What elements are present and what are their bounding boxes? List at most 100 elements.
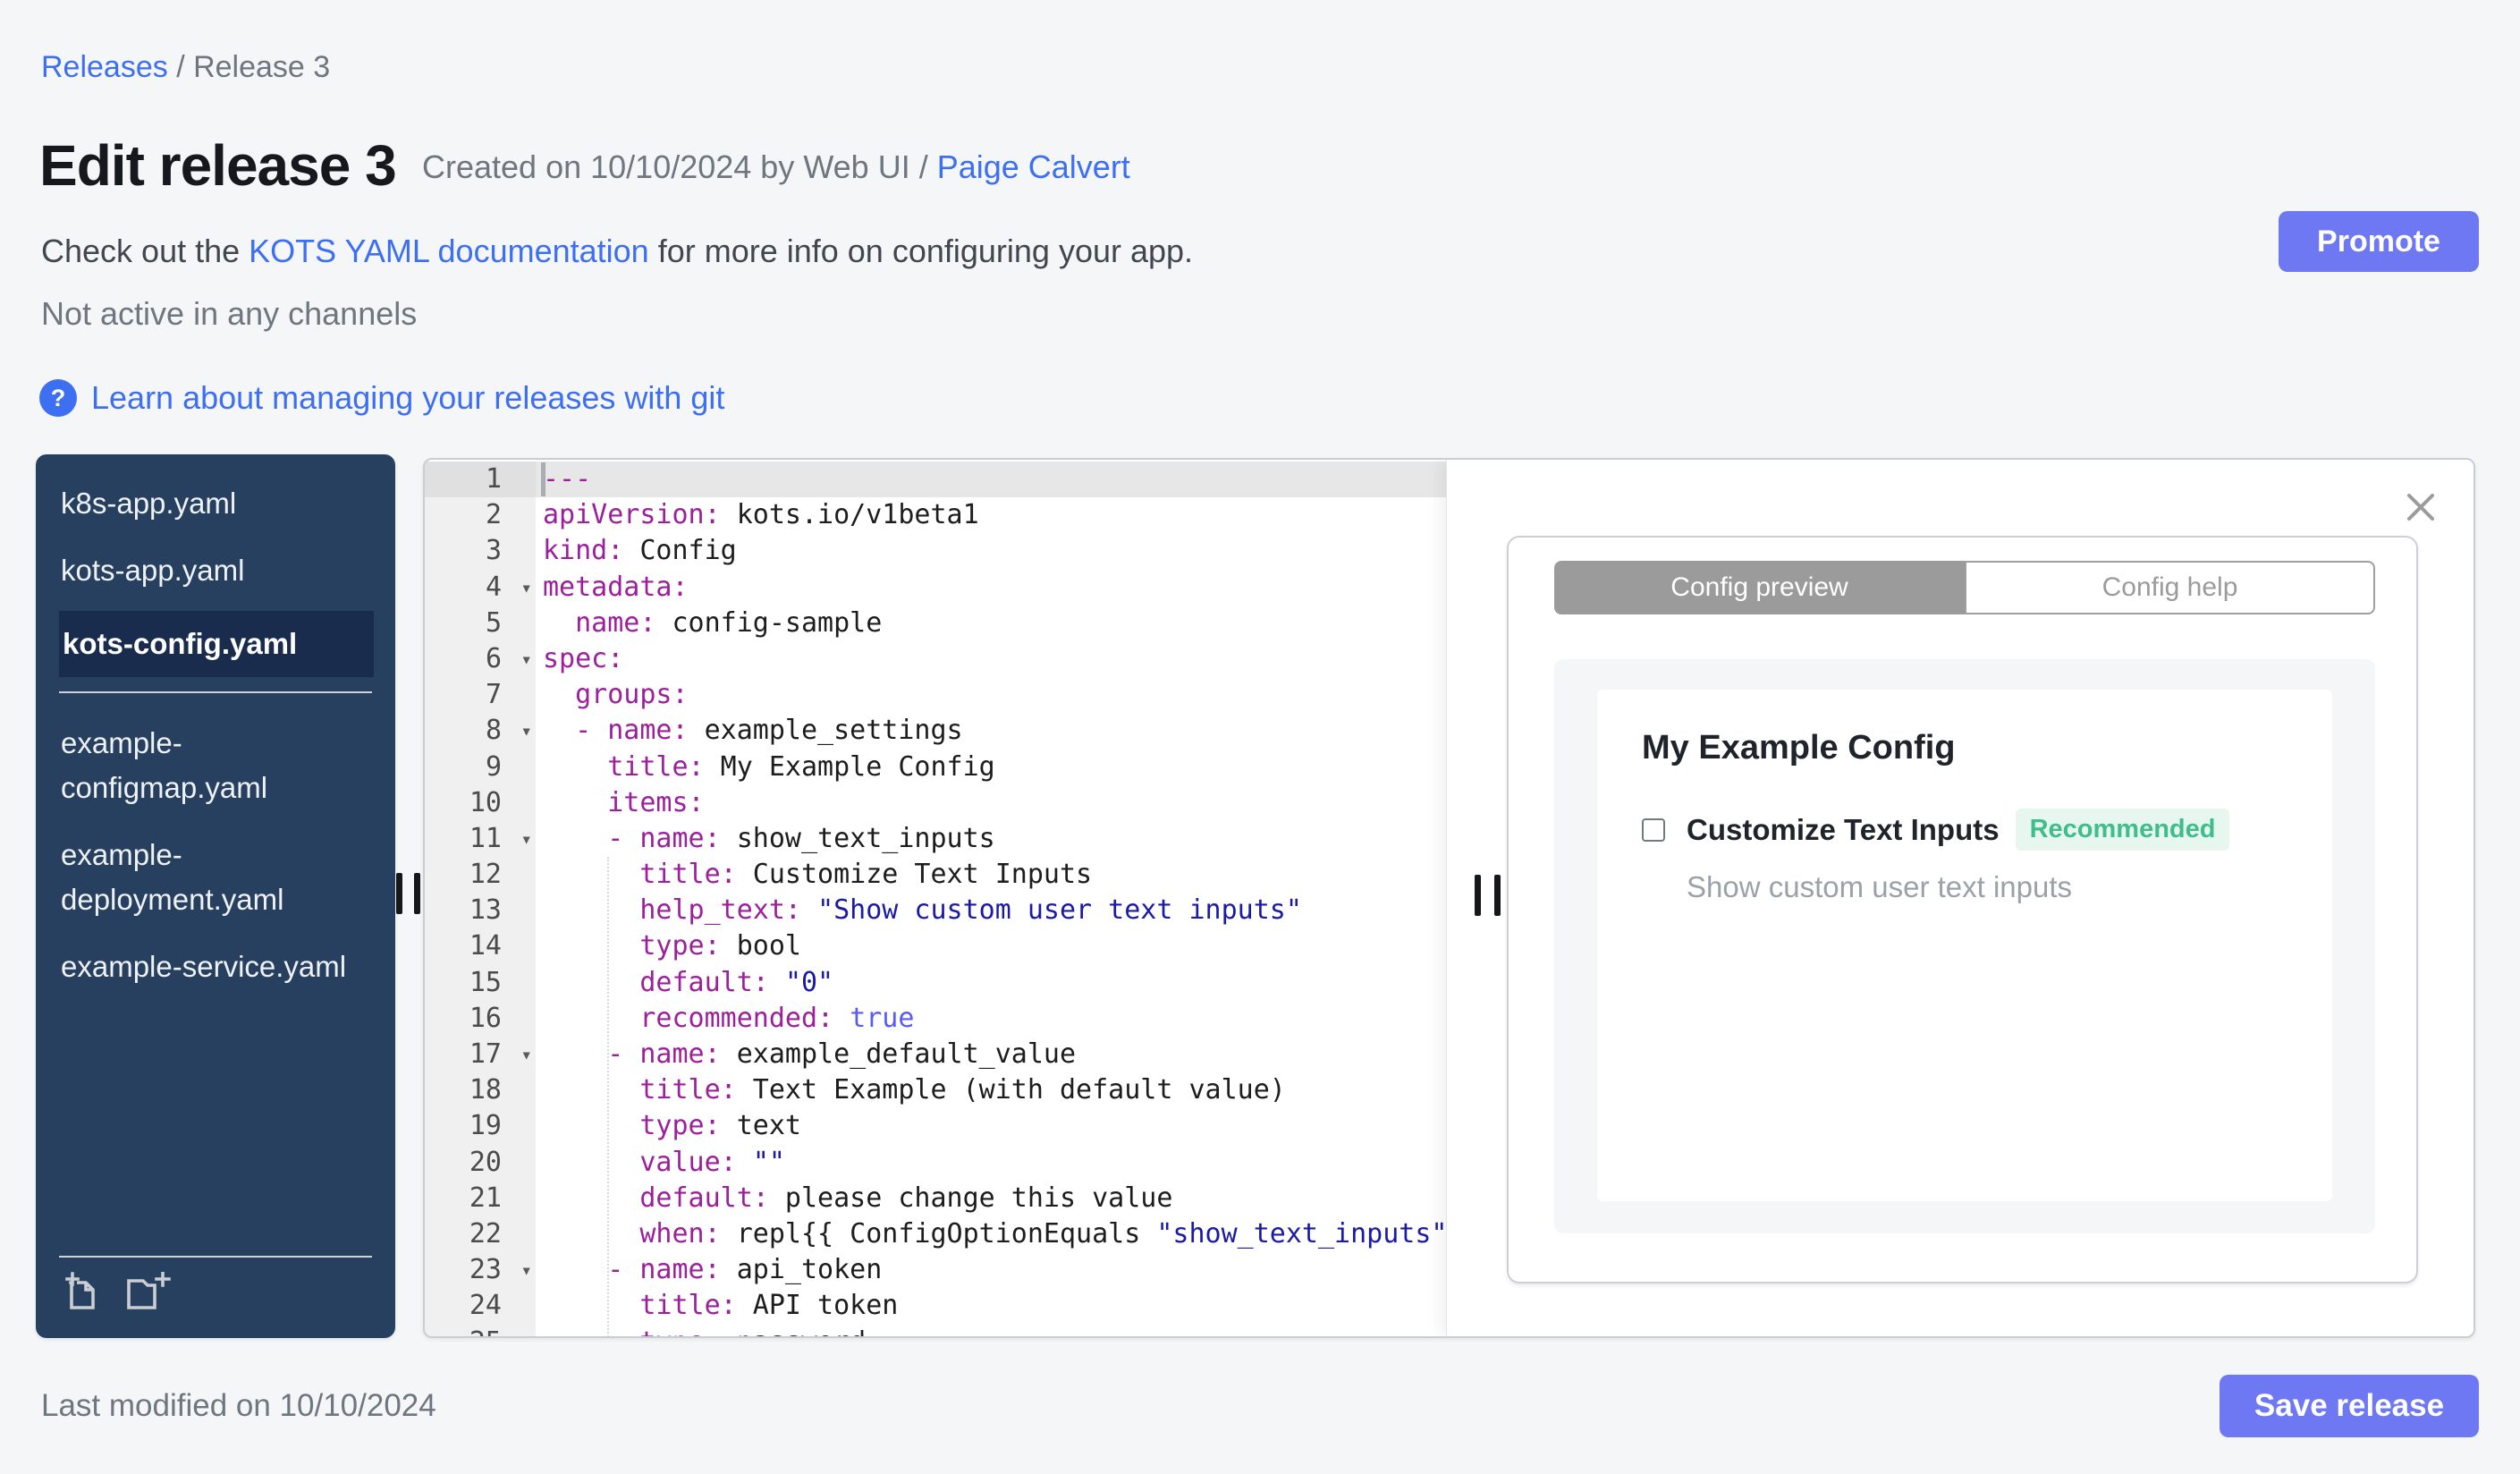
- sidebar-resize-handle-bar[interactable]: [396, 873, 402, 914]
- code-line[interactable]: 10 items:: [425, 784, 1446, 821]
- code-line[interactable]: 18 title: Text Example (with default val…: [425, 1072, 1446, 1109]
- code-line[interactable]: 16 recommended: true: [425, 1000, 1446, 1037]
- code-text[interactable]: title: Customize Text Inputs: [536, 857, 1446, 893]
- code-line[interactable]: 5 name: config-sample: [425, 605, 1446, 641]
- code-line[interactable]: 11 ▾ - name: show_text_inputs: [425, 820, 1446, 858]
- line-number[interactable]: 12: [425, 857, 536, 894]
- line-number[interactable]: 20: [425, 1144, 536, 1181]
- code-line[interactable]: 23 ▾ - name: api_token: [425, 1252, 1446, 1289]
- code-line[interactable]: 19 type: text: [425, 1108, 1446, 1145]
- line-number[interactable]: 21: [425, 1180, 536, 1216]
- code-text[interactable]: title: API token: [536, 1288, 1446, 1324]
- line-number[interactable]: 19: [425, 1108, 536, 1145]
- line-number[interactable]: 23 ▾: [425, 1252, 536, 1289]
- code-line[interactable]: 22 when: repl{{ ConfigOptionEquals "show…: [425, 1216, 1446, 1253]
- code-line[interactable]: 12 title: Customize Text Inputs: [425, 857, 1446, 894]
- fold-arrow-icon[interactable]: ▾: [520, 1037, 532, 1072]
- add-folder-icon[interactable]: [123, 1271, 175, 1317]
- code-text[interactable]: default: please change this value: [536, 1181, 1446, 1216]
- line-number[interactable]: 1: [425, 462, 536, 498]
- line-number[interactable]: 5: [425, 605, 536, 641]
- option-checkbox[interactable]: [1642, 817, 1665, 842]
- code-text[interactable]: items:: [536, 785, 1446, 821]
- line-number[interactable]: 15: [425, 964, 536, 1001]
- git-releases-link[interactable]: Learn about managing your releases with …: [91, 379, 724, 417]
- line-number[interactable]: 4 ▾: [425, 569, 536, 606]
- code-text[interactable]: recommended: true: [536, 1001, 1446, 1037]
- code-line[interactable]: 13 help_text: "Show custom user text inp…: [425, 893, 1446, 929]
- file-item-example-deployment-yaml[interactable]: example-deployment.yaml: [36, 833, 395, 922]
- code-line[interactable]: 25 type: password: [425, 1324, 1446, 1337]
- fold-arrow-icon[interactable]: ▾: [520, 570, 532, 606]
- line-number[interactable]: 6 ▾: [425, 640, 536, 678]
- line-number[interactable]: 10: [425, 784, 536, 821]
- code-text[interactable]: groups:: [536, 677, 1446, 713]
- line-number[interactable]: 25: [425, 1324, 536, 1336]
- line-number[interactable]: 2: [425, 497, 536, 534]
- close-icon[interactable]: [2406, 492, 2436, 522]
- code-line[interactable]: 3 kind: Config: [425, 533, 1446, 570]
- file-item-kots-config-yaml[interactable]: kots-config.yaml: [59, 611, 374, 677]
- code-text[interactable]: type: text: [536, 1108, 1446, 1144]
- fold-arrow-icon[interactable]: ▾: [520, 1252, 532, 1288]
- question-circle-icon[interactable]: ?: [39, 379, 77, 417]
- code-line[interactable]: 20 value: "": [425, 1144, 1446, 1181]
- tab-config-help[interactable]: Config help: [1965, 561, 2375, 614]
- save-release-button[interactable]: Save release: [2220, 1375, 2479, 1437]
- code-line[interactable]: 2 apiVersion: kots.io/v1beta1: [425, 497, 1446, 534]
- code-line[interactable]: 6 ▾ spec:: [425, 640, 1446, 678]
- file-item-kots-app-yaml[interactable]: kots-app.yaml: [36, 548, 395, 593]
- option-label[interactable]: Customize Text Inputs: [1687, 813, 2000, 847]
- line-number[interactable]: 8 ▾: [425, 713, 536, 750]
- code-text[interactable]: when: repl{{ ConfigOptionEquals "show_te…: [536, 1216, 1446, 1252]
- code-text[interactable]: ---: [536, 462, 1446, 498]
- promote-button[interactable]: Promote: [2279, 211, 2479, 272]
- code-text[interactable]: metadata:: [536, 570, 1446, 606]
- code-line[interactable]: 14 type: bool: [425, 928, 1446, 965]
- sidebar-resize-handle-bar[interactable]: [414, 873, 420, 914]
- code-line[interactable]: 15 default: "0": [425, 964, 1446, 1001]
- line-number[interactable]: 14: [425, 928, 536, 965]
- line-number[interactable]: 11 ▾: [425, 820, 536, 858]
- line-number[interactable]: 17 ▾: [425, 1037, 536, 1073]
- line-number[interactable]: 3: [425, 533, 536, 570]
- code-line[interactable]: 1 ---: [425, 462, 1446, 498]
- code-text[interactable]: - name: example_settings: [536, 713, 1446, 749]
- code-line[interactable]: 7 groups:: [425, 677, 1446, 714]
- kots-yaml-docs-link[interactable]: KOTS YAML documentation: [249, 233, 649, 269]
- yaml-editor[interactable]: 1 --- 2 apiVersion: kots.io/v1beta1 3 kind: C…: [425, 460, 1446, 1336]
- code-line[interactable]: 8 ▾ - name: example_settings: [425, 713, 1446, 750]
- add-file-icon[interactable]: [63, 1272, 104, 1317]
- code-text[interactable]: - name: example_default_value: [536, 1037, 1446, 1072]
- code-text[interactable]: name: config-sample: [536, 606, 1446, 641]
- tab-config-preview[interactable]: Config preview: [1554, 561, 1965, 614]
- code-text[interactable]: apiVersion: kots.io/v1beta1: [536, 497, 1446, 533]
- code-line[interactable]: 21 default: please change this value: [425, 1180, 1446, 1216]
- fold-arrow-icon[interactable]: ▾: [520, 713, 532, 749]
- code-text[interactable]: type: password: [536, 1325, 1446, 1337]
- fold-arrow-icon[interactable]: ▾: [520, 821, 532, 857]
- code-text[interactable]: kind: Config: [536, 533, 1446, 569]
- code-text[interactable]: title: Text Example (with default value): [536, 1072, 1446, 1108]
- preview-resize-handle-bar[interactable]: [1475, 875, 1481, 916]
- line-number[interactable]: 24: [425, 1288, 536, 1325]
- code-line[interactable]: 24 title: API token: [425, 1288, 1446, 1325]
- line-number[interactable]: 22: [425, 1216, 536, 1253]
- file-item-k8s-app-yaml[interactable]: k8s-app.yaml: [36, 481, 395, 526]
- code-text[interactable]: default: "0": [536, 965, 1446, 1001]
- file-item-example-service-yaml[interactable]: example-service.yaml: [36, 945, 395, 989]
- code-text[interactable]: - name: api_token: [536, 1252, 1446, 1288]
- line-number[interactable]: 9: [425, 749, 536, 785]
- line-number[interactable]: 16: [425, 1000, 536, 1037]
- code-text[interactable]: help_text: "Show custom user text inputs…: [536, 893, 1446, 928]
- file-item-example-configmap-yaml[interactable]: example-configmap.yaml: [36, 721, 395, 810]
- code-line[interactable]: 17 ▾ - name: example_default_value: [425, 1037, 1446, 1073]
- author-link[interactable]: Paige Calvert: [937, 148, 1130, 185]
- code-text[interactable]: value: "": [536, 1145, 1446, 1181]
- line-number[interactable]: 18: [425, 1072, 536, 1109]
- fold-arrow-icon[interactable]: ▾: [520, 641, 532, 677]
- line-number[interactable]: 13: [425, 893, 536, 929]
- preview-resize-handle-bar[interactable]: [1494, 875, 1501, 916]
- code-text[interactable]: - name: show_text_inputs: [536, 821, 1446, 857]
- breadcrumb-releases-link[interactable]: Releases: [41, 50, 168, 84]
